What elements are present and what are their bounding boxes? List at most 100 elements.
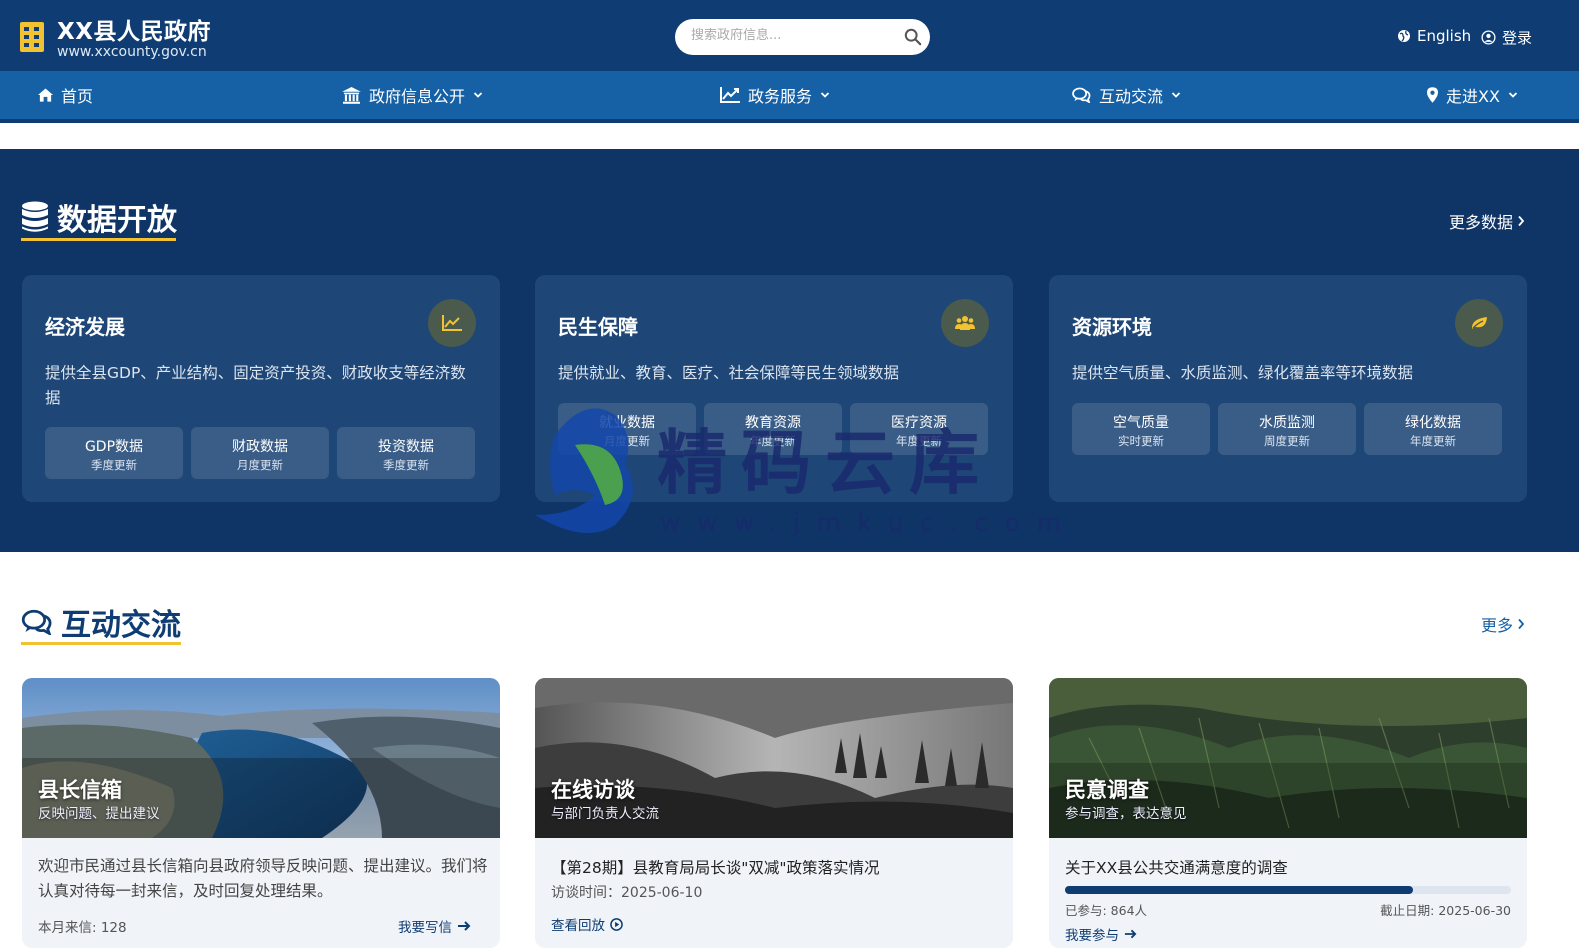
- english-link[interactable]: English: [1397, 27, 1471, 45]
- card-description: 提供就业、教育、医疗、社会保障等民生领域数据: [558, 364, 900, 382]
- chart-line-icon: [428, 299, 476, 347]
- site-url: www.xxcounty.gov.cn: [57, 44, 207, 60]
- login-link[interactable]: 登录: [1481, 27, 1532, 48]
- monthly-letters-count: 本月来信: 128: [38, 920, 127, 936]
- nav-item-gov-service[interactable]: 政务服务: [720, 71, 830, 119]
- chevron-down-icon: [1508, 92, 1518, 98]
- chevron-down-icon: [1171, 92, 1181, 98]
- card-title: 县长信箱: [38, 778, 122, 802]
- write-letter-link[interactable]: 我要写信: [398, 916, 471, 936]
- nav-label: 政务服务: [748, 87, 813, 106]
- chart-line-icon: [720, 87, 740, 103]
- card-subtitle: 反映问题、提出建议: [38, 806, 160, 822]
- data-card-livelihood[interactable]: 民生保障 提供就业、教育、医疗、社会保障等民生领域数据 就业数据 月度更新 教育…: [535, 275, 1013, 502]
- chip-frequency: 年度更新: [896, 434, 942, 448]
- top-header: XX县人民政府 www.xxcounty.gov.cn English 登录: [0, 0, 1579, 71]
- nav-label: 走进XX: [1446, 87, 1500, 106]
- chevron-right-icon: [1518, 215, 1525, 227]
- chevron-down-icon: [473, 92, 483, 98]
- nav-label: 互动交流: [1099, 87, 1164, 106]
- chip-name: 医疗资源: [891, 415, 947, 431]
- chip-frequency: 季度更新: [91, 458, 137, 472]
- title-underline: [21, 642, 181, 645]
- chip-frequency: 周度更新: [1264, 434, 1310, 448]
- nav-label: 政府信息公开: [369, 87, 466, 106]
- join-survey-link[interactable]: 我要参与: [1065, 924, 1137, 944]
- nav-item-home[interactable]: 首页: [38, 71, 93, 119]
- action-label: 查看回放: [551, 918, 605, 934]
- database-icon: [22, 201, 48, 232]
- search-input[interactable]: [691, 28, 891, 43]
- globe-icon: [1398, 30, 1410, 42]
- data-card-environment[interactable]: 资源环境 提供空气质量、水质监测、绿化覆盖率等环境数据 空气质量 实时更新 水质…: [1049, 275, 1527, 502]
- more-label: 更多: [1480, 616, 1513, 635]
- section-title: 互动交流: [61, 608, 181, 643]
- mayor-mailbox-card[interactable]: 县长信箱 反映问题、提出建议 欢迎市民通过县长信箱向县政府领导反映问题、提出建议…: [22, 678, 500, 948]
- spacer: [0, 123, 1579, 149]
- data-chip-water[interactable]: 水质监测 周度更新: [1218, 403, 1356, 455]
- main-nav: 首页 政府信息公开 政务服务 互动交流 走进XX: [0, 71, 1579, 119]
- section-heading: 互动交流: [21, 600, 181, 644]
- chevron-down-icon: [820, 92, 830, 98]
- chip-name: 空气质量: [1113, 415, 1169, 431]
- card-title: 民意调查: [1065, 778, 1149, 802]
- survey-deadline: 截止日期: 2025-06-30: [1380, 903, 1511, 918]
- card-subtitle: 参与调查，表达意见: [1065, 806, 1187, 822]
- home-icon: [38, 88, 53, 102]
- login-label: 登录: [1502, 29, 1533, 47]
- data-chip-education[interactable]: 教育资源 年度更新: [704, 403, 842, 455]
- english-label: English: [1417, 27, 1472, 45]
- online-interview-card[interactable]: 在线访谈 与部门负责人交流 【第28期】县教育局局长谈"双减"政策落实情况 访谈…: [535, 678, 1013, 948]
- site-title[interactable]: XX县人民政府: [57, 12, 211, 46]
- interview-headline[interactable]: 【第28期】县教育局局长谈"双减"政策落实情况: [551, 856, 879, 878]
- more-data-link[interactable]: 更多数据: [1449, 209, 1525, 233]
- chip-frequency: 实时更新: [1118, 434, 1164, 448]
- arrow-right-icon: [1124, 929, 1137, 939]
- title-underline: [21, 238, 176, 241]
- chip-name: 水质监测: [1259, 415, 1315, 431]
- comments-icon: [1072, 87, 1091, 103]
- data-chip-medical[interactable]: 医疗资源 年度更新: [850, 403, 988, 455]
- user-circle-icon: [1481, 30, 1496, 45]
- card-title: 经济发展: [45, 315, 125, 339]
- data-chip-gdp[interactable]: GDP数据 季度更新: [45, 427, 183, 479]
- action-label: 我要写信: [398, 920, 452, 936]
- interview-time: 访谈时间：2025-06-10: [551, 885, 703, 901]
- data-chip-employment[interactable]: 就业数据 月度更新: [558, 403, 696, 455]
- search-box[interactable]: [675, 19, 930, 55]
- search-icon[interactable]: [904, 28, 922, 46]
- users-icon: [941, 299, 989, 347]
- chip-name: GDP数据: [84, 439, 144, 455]
- more-interaction-link[interactable]: 更多: [1481, 612, 1525, 636]
- data-card-economy[interactable]: 经济发展 提供全县GDP、产业结构、固定资产投资、财政收支等经济数据 GDP数据…: [22, 275, 500, 502]
- progress-fill: [1065, 886, 1413, 894]
- chip-name: 财政数据: [232, 439, 288, 455]
- survey-headline[interactable]: 关于XX县公共交通满意度的调查: [1065, 856, 1288, 878]
- comments-icon: [21, 609, 52, 635]
- chip-name: 教育资源: [745, 415, 801, 431]
- watch-replay-link[interactable]: 查看回放: [551, 914, 623, 934]
- data-chip-finance[interactable]: 财政数据 月度更新: [191, 427, 329, 479]
- data-chip-greening[interactable]: 绿化数据 年度更新: [1364, 403, 1502, 455]
- nav-item-gov-info[interactable]: 政府信息公开: [342, 71, 483, 119]
- participants-count: 已参与: 864人: [1065, 903, 1148, 918]
- leaf-icon: [1455, 299, 1503, 347]
- card-subtitle: 与部门负责人交流: [551, 806, 659, 822]
- card-title: 资源环境: [1072, 315, 1152, 339]
- arrow-right-icon: [458, 921, 471, 931]
- chip-name: 投资数据: [378, 439, 434, 455]
- card-title: 在线访谈: [551, 778, 635, 802]
- chip-name: 绿化数据: [1405, 415, 1461, 431]
- map-pin-icon: [1427, 87, 1438, 103]
- opinion-survey-card[interactable]: 民意调查 参与调查，表达意见 关于XX县公共交通满意度的调查 已参与: 864人…: [1049, 678, 1527, 948]
- card-title: 民生保障: [558, 315, 638, 339]
- data-chip-air[interactable]: 空气质量 实时更新: [1072, 403, 1210, 455]
- nav-item-about[interactable]: 走进XX: [1427, 71, 1518, 119]
- chevron-right-icon: [1518, 618, 1525, 630]
- data-chip-investment[interactable]: 投资数据 季度更新: [337, 427, 475, 479]
- nav-item-interaction[interactable]: 互动交流: [1072, 71, 1181, 119]
- more-data-label: 更多数据: [1448, 213, 1513, 232]
- card-text: 欢迎市民通过县长信箱向县政府领导反映问题、提出建议。我们将认真对待每一封来信，及…: [38, 857, 488, 900]
- card-description: 提供空气质量、水质监测、绿化覆盖率等环境数据: [1072, 364, 1414, 382]
- chip-name: 就业数据: [599, 415, 655, 431]
